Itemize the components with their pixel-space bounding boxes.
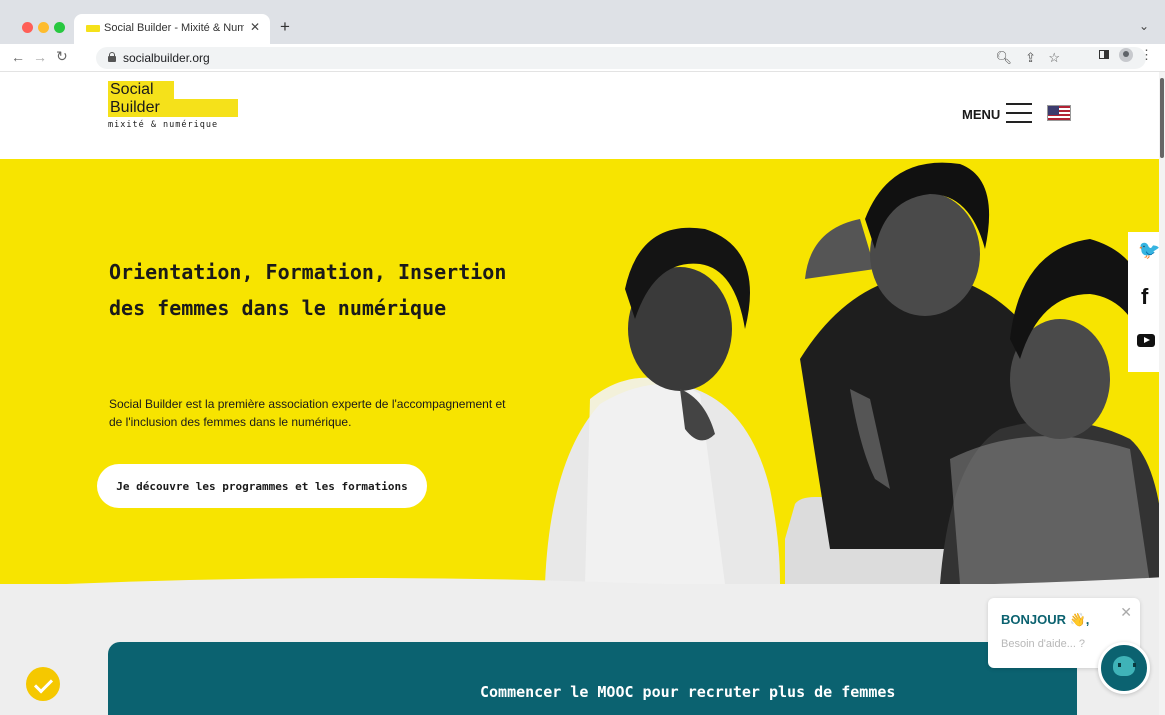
page-scrollbar[interactable] [1159,72,1165,715]
logo-tagline: mixité & numérique [108,120,219,130]
browser-tab-strip: Social Builder - Mixité & Numérique ✕ + … [0,0,1165,44]
new-tab-button[interactable]: + [280,17,290,37]
address-bar[interactable]: socialbuilder.org 🔍︎ ⇪ ☆ [96,47,1146,69]
browser-toolbar: ← → ↻ socialbuilder.org 🔍︎ ⇪ ☆ ⋮ [0,44,1165,72]
hero-photo-three-women [545,162,1165,584]
us-flag-language-icon[interactable] [1047,105,1071,121]
share-icon[interactable]: ⇪ [1025,50,1036,66]
reload-icon[interactable]: ↻ [56,48,68,65]
menu-label[interactable]: MENU [962,107,1000,122]
programs-cta-button[interactable]: Je découvre les programmes et les format… [97,464,427,508]
tab-title: Social Builder - Mixité & Numérique [104,22,244,34]
hamburger-menu-icon[interactable] [1006,103,1032,123]
chat-close-icon[interactable]: ✕ [1120,604,1132,621]
site-logo[interactable]: Social Builder mixité & numérique [108,81,238,130]
lock-icon[interactable] [108,52,116,62]
browser-tab-active[interactable]: Social Builder - Mixité & Numérique ✕ [74,14,270,44]
chatbot-avatar-icon[interactable] [1098,642,1150,694]
favicon-icon [86,25,100,32]
facebook-icon[interactable]: f [1141,284,1148,310]
url-text[interactable]: socialbuilder.org [123,51,210,65]
page-viewport: Social Builder mixité & numérique MENU O… [0,72,1165,715]
profile-avatar-icon[interactable] [1119,48,1133,62]
window-maximize-button[interactable] [54,22,65,33]
youtube-icon[interactable] [1137,334,1155,347]
side-panel-icon[interactable] [1099,50,1109,59]
forward-arrow-icon[interactable]: → [33,49,47,65]
logo-line-1: Social [108,81,174,99]
logo-line-2: Builder [108,99,238,117]
chat-subtitle: Besoin d'aide... ? [1001,638,1086,650]
window-minimize-button[interactable] [38,22,49,33]
scrollbar-thumb[interactable] [1160,78,1164,158]
hero-section: Orientation, Formation, Insertion des fe… [0,159,1165,584]
twitter-icon[interactable]: 🐦 [1138,240,1160,261]
accessibility-widget-icon[interactable] [26,667,60,701]
hero-description: Social Builder est la première associati… [109,397,506,429]
chat-greeting: BONJOUR 👋, [1001,612,1090,627]
hero-title: Orientation, Formation, Insertion des fe… [109,260,507,320]
browser-menu-kebab-icon[interactable]: ⋮ [1140,47,1153,63]
tab-search-chevron-icon[interactable]: ⌄ [1139,19,1149,33]
mooc-title[interactable]: Commencer le MOOC pour recruter plus de … [480,683,895,701]
zoom-search-icon[interactable]: 🔍︎ [995,50,1012,66]
mooc-banner[interactable]: Commencer le MOOC pour recruter plus de … [108,642,1077,715]
back-arrow-icon[interactable]: ← [11,49,25,65]
bookmark-star-icon[interactable]: ☆ [1048,50,1060,66]
window-close-button[interactable] [22,22,33,33]
tab-close-icon[interactable]: ✕ [250,20,260,34]
